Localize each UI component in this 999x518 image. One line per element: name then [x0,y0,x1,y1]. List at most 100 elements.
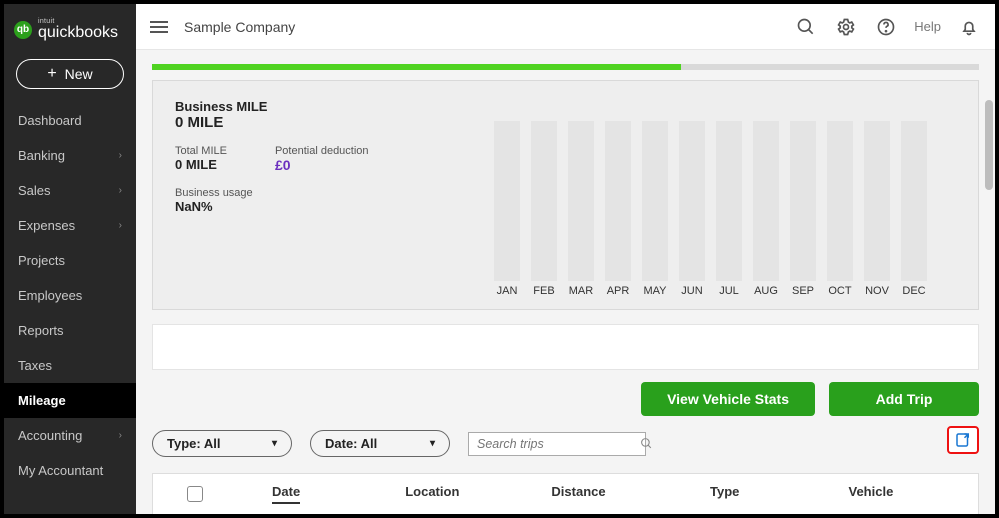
type-filter-label: Type: All [167,436,220,451]
sidebar: qb intuit quickbooks + New DashboardBank… [4,4,136,514]
month-label: JUL [719,285,739,297]
month-label: MAR [569,285,593,297]
sidebar-item-sales[interactable]: Sales › [4,173,136,208]
month-column: DEC [898,121,931,297]
sidebar-item-banking[interactable]: Banking › [4,138,136,173]
progress-bar [152,64,979,70]
filter-row: Type: All ▾ Date: All ▾ [152,430,979,457]
total-mile-value: 0 MILE [175,157,227,172]
month-label: SEP [792,285,814,297]
month-bar [568,121,594,281]
sidebar-item-accounting[interactable]: Accounting › [4,418,136,453]
add-trip-button[interactable]: Add Trip [829,382,979,416]
month-column: APR [602,121,635,297]
sidebar-item-employees[interactable]: Employees [4,278,136,313]
content: Business MILE 0 MILE Total MILE 0 MILE P… [136,50,995,514]
action-row: View Vehicle Stats Add Trip [152,382,979,416]
chevron-right-icon: › [119,185,122,196]
sidebar-item-label: Accounting [18,428,82,443]
column-vehicle[interactable]: Vehicle [798,484,944,504]
mileage-summary-card: Business MILE 0 MILE Total MILE 0 MILE P… [152,80,979,310]
panel-blank [152,324,979,370]
month-bar [605,121,631,281]
month-bar [679,121,705,281]
topbar: Sample Company Help [136,4,995,50]
help-icon[interactable] [874,15,898,39]
sidebar-item-label: My Accountant [18,463,103,478]
column-date[interactable]: Date [213,484,359,504]
month-column: JUL [713,121,746,297]
sidebar-item-mileage[interactable]: Mileage [4,383,136,418]
scrollbar[interactable] [985,100,993,508]
month-bar [901,121,927,281]
new-button[interactable]: + New [16,59,124,89]
export-icon[interactable] [954,431,972,449]
type-filter[interactable]: Type: All ▾ [152,430,292,457]
business-mile-label: Business MILE [175,99,435,114]
month-label: MAY [643,285,666,297]
month-column: OCT [824,121,857,297]
view-vehicle-stats-button[interactable]: View Vehicle Stats [641,382,815,416]
qb-icon: qb [14,21,32,39]
month-bar [531,121,557,281]
total-mile-label: Total MILE [175,145,227,157]
month-bar [864,121,890,281]
brand-logo: qb intuit quickbooks [4,10,136,53]
month-bar [827,121,853,281]
sidebar-item-label: Banking [18,148,65,163]
help-link[interactable]: Help [914,19,941,34]
sidebar-item-dashboard[interactable]: Dashboard [4,103,136,138]
column-type[interactable]: Type [652,484,798,504]
brand-name: quickbooks [38,25,118,41]
sidebar-item-taxes[interactable]: Taxes [4,348,136,383]
usage-value: NaN% [175,199,435,214]
sidebar-item-label: Expenses [18,218,75,233]
sidebar-item-projects[interactable]: Projects [4,243,136,278]
deduction-value: £0 [275,157,369,173]
monthly-chart: JAN FEB MAR APR MAY JUN JUL AUG SEP OCT NOV DEC [465,99,956,297]
date-filter[interactable]: Date: All ▾ [310,430,450,457]
sidebar-item-expenses[interactable]: Expenses › [4,208,136,243]
month-column: NOV [861,121,894,297]
month-label: OCT [828,285,851,297]
export-highlight [947,426,979,454]
month-column: JAN [491,121,524,297]
month-label: JUN [681,285,702,297]
month-label: FEB [533,285,554,297]
column-location[interactable]: Location [359,484,505,504]
search-input[interactable] [477,437,640,451]
nav: Dashboard Banking › Sales › Expenses › Projects… [4,103,136,488]
search-icon[interactable] [794,15,818,39]
chevron-right-icon: › [119,220,122,231]
new-label: New [65,66,93,82]
month-bar [753,121,779,281]
hamburger-icon[interactable] [150,21,168,33]
month-label: AUG [754,285,778,297]
sidebar-item-label: Taxes [18,358,52,373]
column-distance[interactable]: Distance [505,484,651,504]
chevron-down-icon: ▾ [272,438,277,449]
chevron-down-icon: ▾ [430,438,435,449]
bell-icon[interactable] [957,15,981,39]
month-column: MAR [565,121,598,297]
month-label: APR [607,285,630,297]
sidebar-item-label: Reports [18,323,64,338]
sidebar-item-label: Employees [18,288,82,303]
chevron-right-icon: › [119,150,122,161]
deduction-label: Potential deduction [275,145,369,157]
usage-label: Business usage [175,187,435,199]
chevron-right-icon: › [119,430,122,441]
sidebar-item-label: Sales [18,183,51,198]
sidebar-item-label: Projects [18,253,65,268]
search-trips[interactable] [468,432,646,456]
month-column: AUG [750,121,783,297]
gear-icon[interactable] [834,15,858,39]
plus-icon: + [47,66,56,82]
sidebar-item-reports[interactable]: Reports [4,313,136,348]
sidebar-item-my-accountant[interactable]: My Accountant [4,453,136,488]
company-name: Sample Company [184,19,295,35]
trips-table-header: DateLocationDistanceTypeVehicle [152,473,979,514]
month-label: DEC [902,285,925,297]
search-icon [640,437,653,450]
select-all-checkbox[interactable] [187,486,203,502]
